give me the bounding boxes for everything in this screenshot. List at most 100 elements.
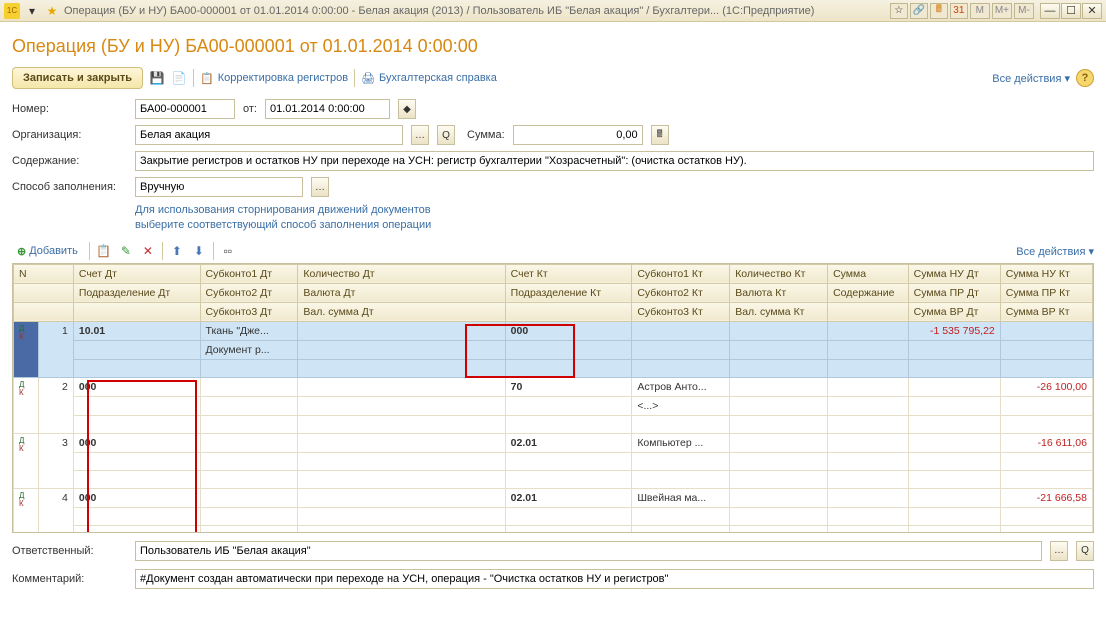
sum-calc-button[interactable]: 🖩 xyxy=(651,125,669,145)
more-icon[interactable]: ▫▫ xyxy=(220,243,236,259)
accounting-reference-link[interactable]: 🖨Бухгалтерская справка xyxy=(361,72,497,85)
header-dept-kt[interactable]: Подразделение Кт xyxy=(505,283,632,302)
header-sum[interactable]: Сумма xyxy=(828,264,909,283)
all-actions-link[interactable]: Все действия ▾ xyxy=(992,72,1070,85)
copy-icon[interactable]: 📋 xyxy=(96,243,112,259)
cell-acc-kt[interactable]: 02.01 xyxy=(505,488,632,507)
cell-acc-dt[interactable]: 000 xyxy=(73,488,200,507)
header-n[interactable]: N xyxy=(14,264,74,283)
cell-acc-dt[interactable]: 000 xyxy=(73,433,200,452)
titlebar-link-icon[interactable]: 🔗 xyxy=(910,3,928,19)
delete-icon[interactable]: ✕ xyxy=(140,243,156,259)
cell-sub2-dt[interactable] xyxy=(200,452,298,470)
header-sub3-dt[interactable]: Субконто3 Дт xyxy=(200,302,298,321)
move-down-icon[interactable]: ⬇ xyxy=(191,243,207,259)
minimize-button[interactable]: — xyxy=(1040,3,1060,19)
method-select-button[interactable]: … xyxy=(311,177,329,197)
save-icon[interactable]: 💾 xyxy=(149,70,165,86)
entries-table[interactable]: N Счет Дт Субконто1 Дт Количество Дт Сче… xyxy=(12,263,1094,533)
help-icon[interactable]: ? xyxy=(1076,69,1094,87)
edit-icon[interactable]: ✎ xyxy=(118,243,134,259)
cell-sum-nu-kt[interactable]: -26 100,00 xyxy=(1000,377,1092,396)
header-content[interactable]: Содержание xyxy=(828,283,909,302)
comment-input[interactable] xyxy=(135,569,1094,589)
cell-acc-kt[interactable]: 000 xyxy=(505,321,632,340)
number-input[interactable] xyxy=(135,99,235,119)
table-row[interactable]: ДК 2 000 70 Астров Анто... -26 100,00 xyxy=(14,377,1093,396)
favorite-star-icon[interactable]: ★ xyxy=(44,3,60,19)
header-sum-vr-dt[interactable]: Сумма ВР Дт xyxy=(908,302,1000,321)
register-correction-link[interactable]: 📋Корректировка регистров xyxy=(200,72,348,85)
cell-sub1-kt[interactable]: Швейная ма... xyxy=(632,488,730,507)
cell-sub1-dt[interactable] xyxy=(200,377,298,396)
header-qty-dt[interactable]: Количество Дт xyxy=(298,264,505,283)
header-valsum-dt[interactable]: Вал. сумма Дт xyxy=(298,302,505,321)
cell-sub1-kt[interactable]: Компьютер ... xyxy=(632,433,730,452)
cell-sub1-dt[interactable]: Ткань "Дже... xyxy=(200,321,298,340)
add-row-button[interactable]: ⊕Добавить xyxy=(12,242,83,261)
header-curr-kt[interactable]: Валюта Кт xyxy=(730,283,828,302)
table-row[interactable]: ДК 4 000 02.01 Швейная ма... -21 666,58 xyxy=(14,488,1093,507)
header-sub1-dt[interactable]: Субконто1 Дт xyxy=(200,264,298,283)
header-acc-dt[interactable]: Счет Дт xyxy=(73,264,200,283)
table-row[interactable]: ДК 3 000 02.01 Компьютер ... -16 611,06 xyxy=(14,433,1093,452)
header-dept-dt[interactable]: Подразделение Дт xyxy=(73,283,200,302)
cell-sub2-dt[interactable] xyxy=(200,507,298,525)
sum-input[interactable] xyxy=(513,125,643,145)
date-stepper-icon[interactable]: ◆ xyxy=(398,99,416,119)
content-input[interactable] xyxy=(135,151,1094,171)
header-sub1-kt[interactable]: Субконто1 Кт xyxy=(632,264,730,283)
cell-sub1-dt[interactable] xyxy=(200,488,298,507)
cell-sub1-dt[interactable] xyxy=(200,433,298,452)
titlebar-tool1-icon[interactable]: ☆ xyxy=(890,3,908,19)
cell-sub2-kt[interactable] xyxy=(632,340,730,359)
header-acc-kt[interactable]: Счет Кт xyxy=(505,264,632,283)
nav-dropdown-icon[interactable]: ▾ xyxy=(24,3,40,19)
header-curr-dt[interactable]: Валюта Дт xyxy=(298,283,505,302)
header-sum-pr-dt[interactable]: Сумма ПР Дт xyxy=(908,283,1000,302)
cell-acc-kt[interactable]: 02.01 xyxy=(505,433,632,452)
header-sub2-dt[interactable]: Субконто2 Дт xyxy=(200,283,298,302)
cell-sum-nu-dt[interactable] xyxy=(908,488,1000,507)
memory-m[interactable]: M xyxy=(970,3,990,19)
close-button[interactable]: ✕ xyxy=(1082,3,1102,19)
memory-mplus[interactable]: M+ xyxy=(992,3,1012,19)
header-sum-nu-kt[interactable]: Сумма НУ Кт xyxy=(1000,264,1092,283)
document-icon[interactable]: 📄 xyxy=(171,70,187,86)
cell-sub1-kt[interactable]: Астров Анто... xyxy=(632,377,730,396)
date-input[interactable] xyxy=(265,99,390,119)
header-valsum-kt[interactable]: Вал. сумма Кт xyxy=(730,302,828,321)
cell-sum-nu-kt[interactable]: -16 611,06 xyxy=(1000,433,1092,452)
cell-sub2-dt[interactable] xyxy=(200,396,298,415)
cell-sum-nu-dt[interactable] xyxy=(908,377,1000,396)
cell-sub2-kt[interactable]: <...> xyxy=(632,396,730,415)
header-sub3-kt[interactable]: Субконто3 Кт xyxy=(632,302,730,321)
responsible-input[interactable] xyxy=(135,541,1042,561)
method-input[interactable] xyxy=(135,177,303,197)
maximize-button[interactable]: ☐ xyxy=(1061,3,1081,19)
responsible-select-button[interactable]: … xyxy=(1050,541,1068,561)
responsible-open-button[interactable]: Q xyxy=(1076,541,1094,561)
cell-sum-nu-dt[interactable] xyxy=(908,433,1000,452)
header-sum-nu-dt[interactable]: Сумма НУ Дт xyxy=(908,264,1000,283)
cell-sum-nu-kt[interactable]: -21 666,58 xyxy=(1000,488,1092,507)
table-row[interactable]: ДК 1 10.01 Ткань "Дже... 000 -1 535 795,… xyxy=(14,321,1093,340)
cell-sum-nu-dt[interactable]: -1 535 795,22 xyxy=(908,321,1000,340)
cell-acc-dt[interactable]: 000 xyxy=(73,377,200,396)
cell-sub2-kt[interactable] xyxy=(632,507,730,525)
cell-sub1-kt[interactable] xyxy=(632,321,730,340)
memory-mminus[interactable]: M- xyxy=(1014,3,1034,19)
header-qty-kt[interactable]: Количество Кт xyxy=(730,264,828,283)
cell-sub2-dt[interactable]: Документ р... xyxy=(200,340,298,359)
cell-acc-dt[interactable]: 10.01 xyxy=(73,321,200,340)
cell-sum-nu-kt[interactable] xyxy=(1000,321,1092,340)
titlebar-calc-icon[interactable]: 🖩 xyxy=(930,3,948,19)
org-input[interactable] xyxy=(135,125,403,145)
titlebar-calendar-icon[interactable]: 31 xyxy=(950,3,968,19)
move-up-icon[interactable]: ⬆ xyxy=(169,243,185,259)
save-close-button[interactable]: Записать и закрыть xyxy=(12,67,143,89)
header-sub2-kt[interactable]: Субконто2 Кт xyxy=(632,283,730,302)
org-open-button[interactable]: Q xyxy=(437,125,455,145)
header-sum-vr-kt[interactable]: Сумма ВР Кт xyxy=(1000,302,1092,321)
header-sum-pr-kt[interactable]: Сумма ПР Кт xyxy=(1000,283,1092,302)
